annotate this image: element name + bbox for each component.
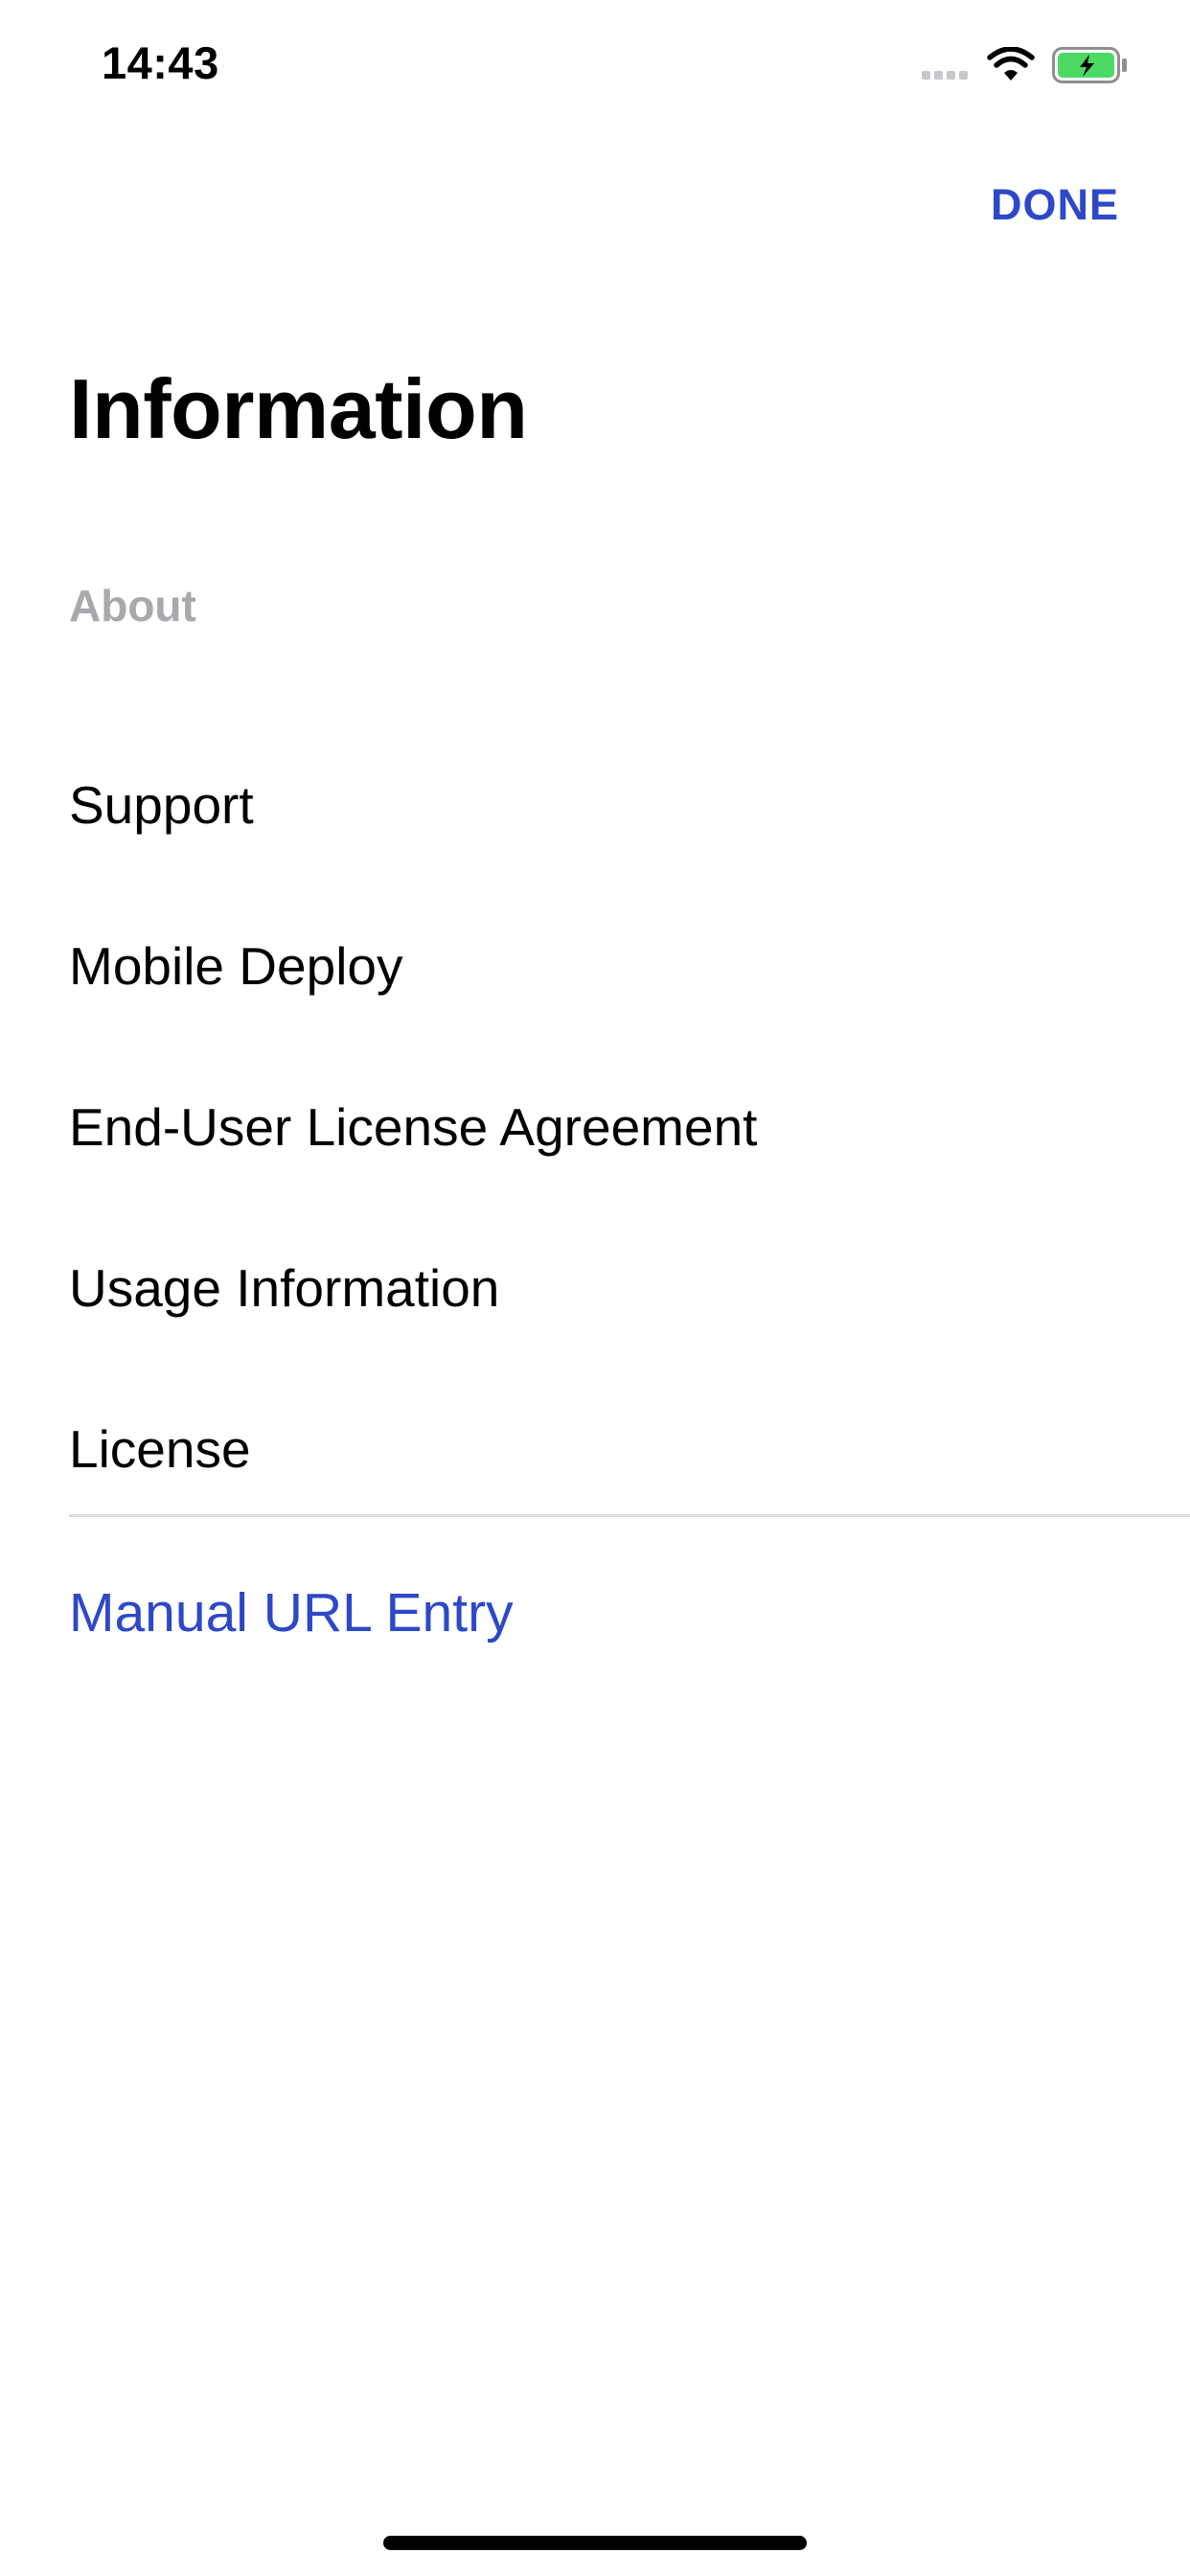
signal-icon bbox=[918, 51, 968, 80]
manual-url-entry-link[interactable]: Manual URL Entry bbox=[69, 1581, 514, 1644]
menu-item-eula[interactable]: End-User License Agreement bbox=[0, 1046, 1190, 1208]
battery-charging-icon bbox=[1052, 47, 1127, 83]
wifi-icon bbox=[987, 47, 1035, 80]
home-indicator bbox=[383, 2536, 807, 2550]
divider bbox=[69, 1514, 1190, 1517]
menu-item-mobile-deploy[interactable]: Mobile Deploy bbox=[0, 886, 1190, 1046]
page-title: Information bbox=[69, 361, 528, 456]
status-bar: 14:43 bbox=[0, 0, 1190, 126]
menu-item-license[interactable]: License bbox=[0, 1368, 1190, 1530]
status-time: 14:43 bbox=[102, 37, 219, 88]
section-header-about: About bbox=[69, 581, 196, 631]
done-button[interactable]: DONE bbox=[991, 180, 1119, 230]
status-icons bbox=[918, 44, 1129, 86]
menu-item-support[interactable]: Support bbox=[0, 724, 1190, 886]
information-menu-list: Support Mobile Deploy End-User License A… bbox=[0, 724, 1190, 1530]
menu-item-usage-information[interactable]: Usage Information bbox=[0, 1208, 1190, 1368]
